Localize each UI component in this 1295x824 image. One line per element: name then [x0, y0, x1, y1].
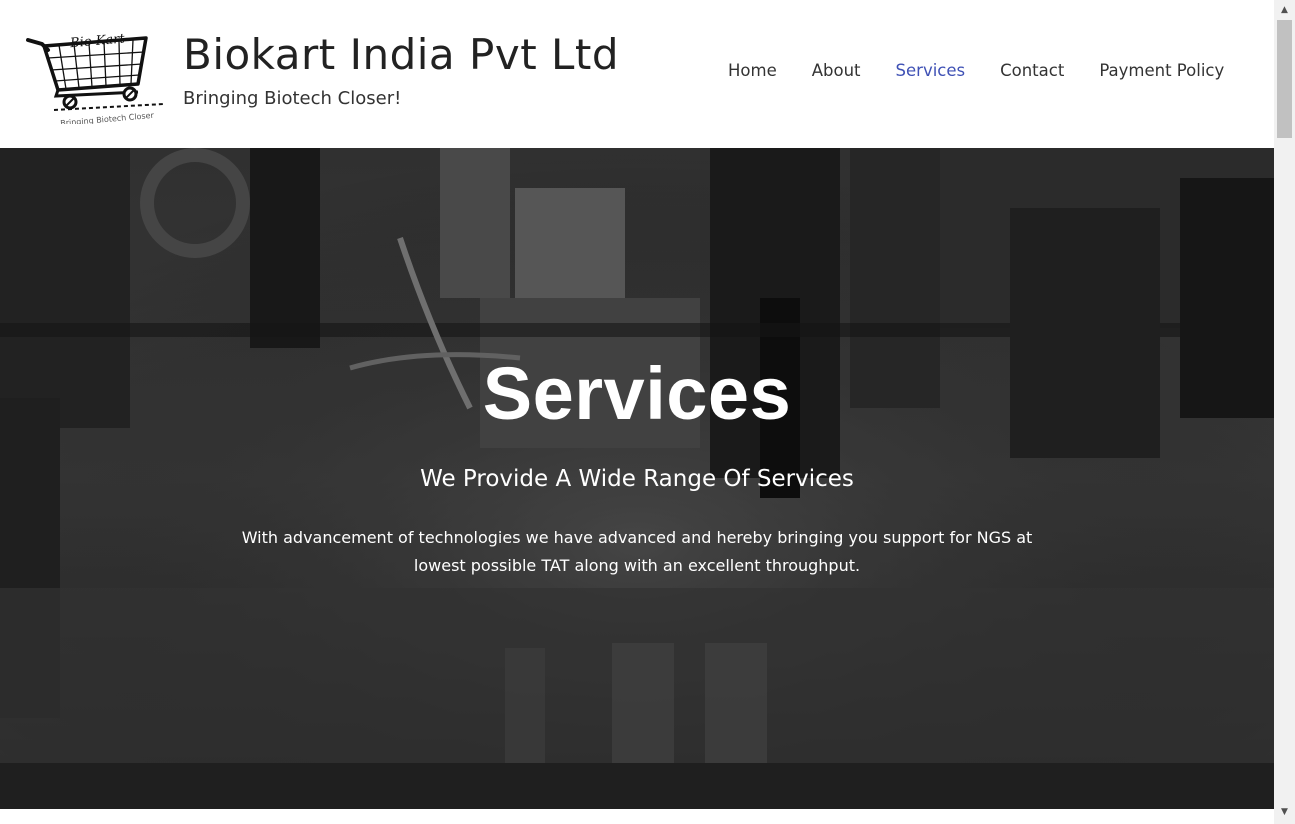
- hero-description: With advancement of technologies we have…: [241, 528, 1033, 575]
- shopping-cart-icon: Bio Kart Bringing Biotech Closer: [26, 31, 165, 128]
- hero-subtitle: We Provide A Wide Range Of Services: [420, 466, 854, 492]
- hero-section: Services We Provide A Wide Range Of Serv…: [0, 148, 1274, 809]
- site-title[interactable]: Biokart India Pvt Ltd: [183, 30, 619, 79]
- page: Bio Kart Bringing Biotech Closer Biokart…: [0, 0, 1274, 824]
- vertical-scrollbar[interactable]: ▲ ▼: [1274, 0, 1295, 824]
- nav-item-contact[interactable]: Contact: [1000, 61, 1064, 85]
- scrollbar-thumb[interactable]: [1277, 20, 1292, 138]
- nav-item-home[interactable]: Home: [728, 61, 777, 85]
- nav-item-services[interactable]: Services: [896, 61, 966, 85]
- site-tagline: Bringing Biotech Closer!: [183, 88, 402, 109]
- logo-caption: Bringing Biotech Closer: [60, 111, 155, 124]
- logo-text: Bio Kart: [69, 31, 126, 51]
- nav-item-payment-policy[interactable]: Payment Policy: [1099, 61, 1224, 85]
- logo-link[interactable]: Bio Kart Bringing Biotech Closer: [26, 26, 166, 128]
- nav-item-about[interactable]: About: [812, 61, 861, 85]
- arrow-down-icon[interactable]: ▼: [1274, 804, 1295, 821]
- arrow-up-icon[interactable]: ▲: [1274, 2, 1295, 19]
- main-nav: Home About Services Contact Payment Poli…: [728, 61, 1224, 85]
- site-header: Bio Kart Bringing Biotech Closer Biokart…: [0, 0, 1274, 148]
- hero-title: Services: [482, 352, 792, 435]
